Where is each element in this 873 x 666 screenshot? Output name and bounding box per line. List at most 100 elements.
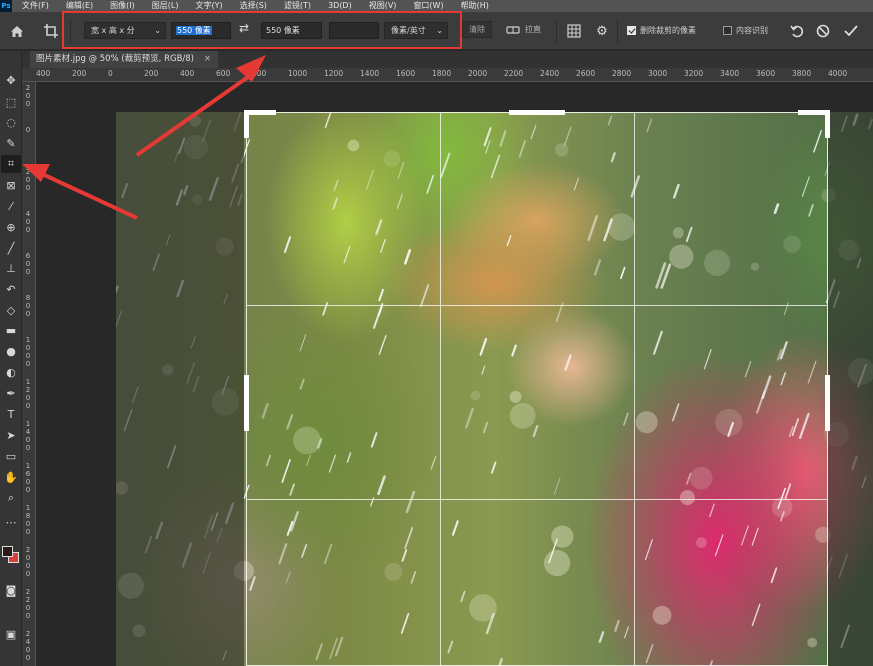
marquee-tool[interactable]: ⬚: [1, 93, 21, 111]
eyedropper-icon: ⁄: [10, 199, 12, 213]
clone-stamp-tool[interactable]: ⊥: [1, 259, 21, 277]
foreground-color-swatch[interactable]: [2, 546, 13, 557]
ruler-tick-label: 1800: [432, 69, 452, 78]
reset-button[interactable]: [788, 22, 806, 40]
move-icon: ✥: [6, 73, 16, 87]
crop-grid-line: [247, 499, 827, 500]
eraser-icon: ◇: [6, 303, 16, 317]
crop-tool[interactable]: ⌗: [1, 155, 21, 173]
ruler-tick-label: 4000: [828, 69, 848, 78]
ruler-tick-label: 0: [25, 126, 31, 134]
lasso-icon: ◌: [6, 115, 16, 129]
crop-icon: ⌗: [7, 157, 15, 170]
content-aware-label: 内容识别: [736, 26, 768, 35]
ruler-tick-label: 1 0 0 0: [25, 336, 31, 368]
path-select-tool[interactable]: ➤: [1, 426, 21, 444]
delete-cropped-pixels-checkbox[interactable]: 删除裁剪的像素: [627, 25, 696, 36]
eyedropper-tool[interactable]: ⁄: [1, 197, 21, 215]
move-tool[interactable]: ✥: [1, 71, 21, 89]
history-brush-tool[interactable]: ↶: [1, 280, 21, 298]
rectangle-tool[interactable]: ▭: [1, 447, 21, 465]
straighten-button[interactable]: 拉直: [506, 24, 541, 35]
ruler-tick-label: 2 4 0 0: [25, 630, 31, 662]
ruler-tick-label: 1 2 0 0: [25, 378, 31, 410]
rectangle-icon: ▭: [5, 449, 17, 463]
ruler-tick-label: 3000: [648, 69, 668, 78]
zoom-tool[interactable]: ⌕: [1, 489, 21, 507]
lasso-tool[interactable]: ◌: [1, 113, 21, 131]
menu-help[interactable]: 帮助(H): [461, 0, 489, 12]
crop-shield-left: [116, 112, 244, 666]
menu-file[interactable]: 文件(F): [22, 0, 49, 12]
blur-tool[interactable]: ●: [1, 342, 21, 360]
checkmark-icon: [844, 25, 858, 37]
ruler-tick-label: 1600: [396, 69, 416, 78]
clone-stamp-icon: ⊥: [6, 261, 16, 275]
canvas-area[interactable]: [37, 83, 873, 666]
document-tab[interactable]: 图片素材.jpg @ 50% (裁剪预览, RGB/8) ×: [30, 51, 218, 68]
home-button[interactable]: [6, 21, 28, 41]
type-icon: T: [7, 407, 15, 421]
crop-handle-top-right[interactable]: [825, 110, 830, 138]
ruler-tick-label: 200: [72, 69, 87, 78]
frame-tool[interactable]: ⊠: [1, 176, 21, 194]
commit-button[interactable]: [842, 22, 860, 40]
ruler-tick-label: 2600: [576, 69, 596, 78]
pen-tool[interactable]: ✒: [1, 384, 21, 402]
tool-preset-picker[interactable]: [40, 21, 62, 41]
gear-icon: ⚙: [596, 23, 608, 39]
ruler-tick-label: 2200: [504, 69, 524, 78]
brush-tool[interactable]: ╱: [1, 239, 21, 257]
ruler-tick-label: 400: [180, 69, 195, 78]
ruler-tick-label: 1200: [324, 69, 344, 78]
dodge-tool[interactable]: ◐: [1, 363, 21, 381]
hand-icon: ✋: [4, 470, 18, 484]
brush-icon: ╱: [7, 241, 15, 255]
screen-mode-button[interactable]: ▣: [1, 625, 21, 643]
separator: [556, 20, 557, 42]
eraser-tool[interactable]: ◇: [1, 301, 21, 319]
ruler-tick-label: 200: [144, 69, 159, 78]
close-icon[interactable]: ×: [204, 51, 211, 68]
straighten-label: 拉直: [525, 25, 541, 34]
horizontal-ruler: 400 200 0 200 400 600 800 1000 1200 1400 1600 1800 2…: [22, 68, 873, 82]
checkbox-checked: [627, 26, 636, 35]
zoom-icon: ⌕: [7, 491, 15, 504]
ruler-tick-label: 3600: [756, 69, 776, 78]
ruler-tick-label: 4 0 0: [25, 210, 31, 234]
ruler-tick-label: 8 0 0: [25, 294, 31, 318]
ruler-tick-label: 3200: [684, 69, 704, 78]
edit-toolbar[interactable]: ⋯: [1, 513, 21, 531]
ruler-tick-label: 800: [252, 69, 267, 78]
grid-icon: [567, 24, 581, 38]
checkbox-unchecked: [723, 26, 732, 35]
crop-box[interactable]: [244, 110, 830, 666]
gradient-icon: ▬: [5, 323, 17, 337]
ruler-tick-label: 2800: [612, 69, 632, 78]
crop-handle-right[interactable]: [825, 375, 830, 431]
ruler-tick-label: 3400: [720, 69, 740, 78]
ruler-tick-label: 1 6 0 0: [25, 462, 31, 494]
quick-mask-button[interactable]: ◙: [1, 581, 21, 599]
ruler-tick-label: 1400: [360, 69, 380, 78]
content-aware-checkbox[interactable]: 内容识别: [723, 25, 768, 36]
crop-handle-left[interactable]: [244, 375, 249, 431]
hand-tool[interactable]: ✋: [1, 468, 21, 486]
healing-brush-tool[interactable]: ⊕: [1, 218, 21, 236]
gradient-tool[interactable]: ▬: [1, 321, 21, 339]
crop-handle-top[interactable]: [509, 110, 565, 115]
overlay-options-button[interactable]: [565, 22, 583, 40]
ruler-tick-label: 3800: [792, 69, 812, 78]
crop-grid-line: [634, 113, 635, 665]
ruler-tick-label: 2 0 0: [25, 84, 31, 108]
crop-handle-top-left[interactable]: [244, 110, 249, 138]
cancel-icon: [816, 24, 830, 38]
quick-select-tool[interactable]: ✎: [1, 134, 21, 152]
quick-mask-icon: ◙: [5, 583, 17, 597]
clear-button[interactable]: 清除: [462, 21, 492, 38]
cancel-button[interactable]: [814, 22, 832, 40]
document-title: 图片素材.jpg @ 50% (裁剪预览, RGB/8): [36, 54, 194, 64]
ruler-tick-label: 2 0 0: [25, 168, 31, 192]
type-tool[interactable]: T: [1, 405, 21, 423]
crop-settings-button[interactable]: ⚙: [593, 22, 611, 40]
